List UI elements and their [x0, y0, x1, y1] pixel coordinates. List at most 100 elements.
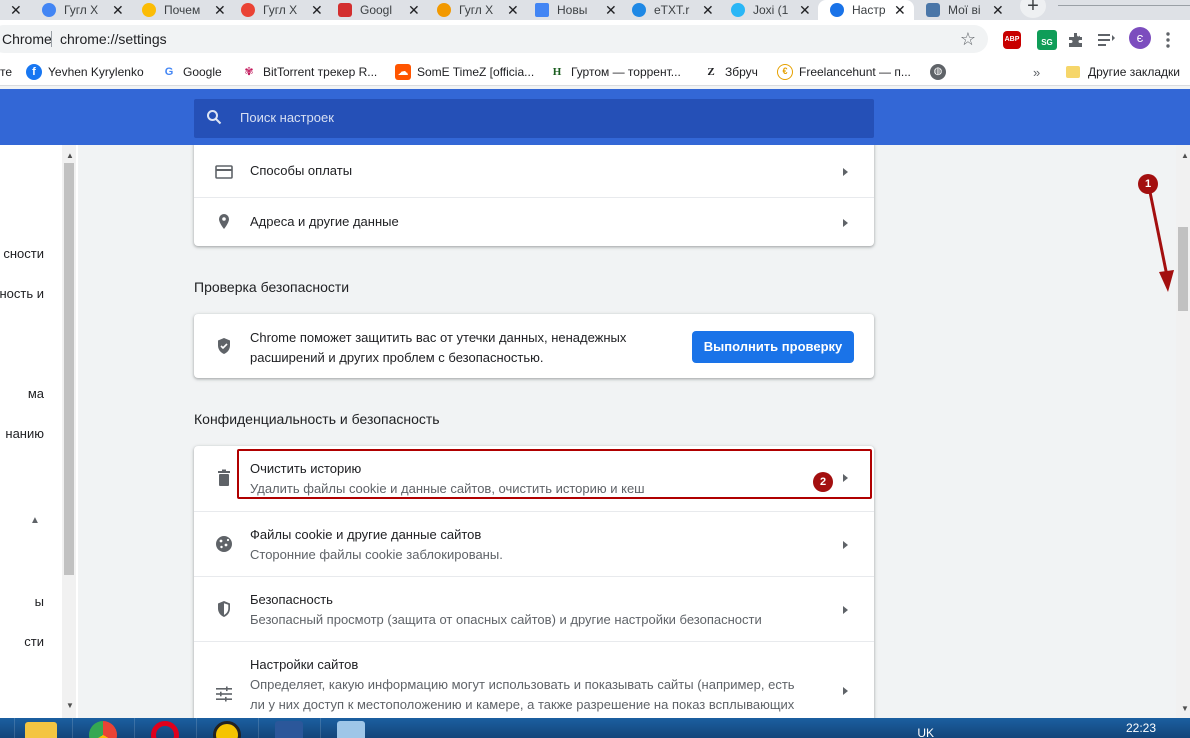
address-bar[interactable]: Chrome chrome://settings ☆	[0, 25, 988, 53]
other-bookmarks-folder[interactable]: Другие закладки	[1066, 58, 1180, 86]
chrome-taskbar-button[interactable]	[72, 718, 130, 738]
new-tab-button[interactable]: +	[1020, 0, 1046, 18]
tab-title: Мої ві	[948, 3, 981, 17]
editor-taskbar-button[interactable]	[320, 718, 378, 738]
clock[interactable]: 22:23	[1126, 721, 1156, 738]
close-window-button[interactable]	[1146, 0, 1190, 6]
kebab-menu-icon[interactable]	[1166, 30, 1170, 50]
adblock-extension-icon[interactable]: ABP	[1003, 30, 1021, 50]
tab-2[interactable]: Почем ✕	[142, 0, 232, 20]
minimize-button[interactable]	[1058, 0, 1102, 6]
side-menu-item[interactable]: ы	[0, 594, 44, 609]
shield-icon	[218, 601, 230, 617]
scroll-up-arrow-icon[interactable]: ▲	[1181, 151, 1189, 160]
language-indicator[interactable]: UK	[917, 726, 934, 738]
tab-6[interactable]: Новы ✕	[535, 0, 623, 20]
word-taskbar-button[interactable]	[258, 718, 316, 738]
chevron-right-icon	[843, 606, 848, 614]
collapse-triangle-icon[interactable]: ▲	[30, 515, 40, 526]
safety-check-description: Chrome поможет защитить вас от утечки да…	[250, 330, 627, 365]
tab-title: Гугл Х	[459, 3, 494, 17]
site-settings-row[interactable]: Настройки сайтов Определяет, какую инфор…	[194, 641, 874, 718]
clear-history-row[interactable]: Очистить историю Удалить файлы cookie и …	[194, 446, 874, 511]
cookies-row[interactable]: Файлы cookie и другие данные сайтов Стор…	[194, 511, 874, 576]
side-menu-item[interactable]: нанию	[0, 426, 44, 441]
tab-8[interactable]: Joxi (1 ✕	[731, 0, 819, 20]
close-icon[interactable]: ✕	[702, 2, 714, 19]
close-icon[interactable]: ✕	[894, 2, 906, 19]
tab-7[interactable]: eTXT.r ✕	[632, 0, 722, 20]
row-subtitle: Определяет, какую информацию могут испол…	[250, 677, 795, 692]
tab-title: Новы	[557, 3, 588, 17]
bookmark-partial[interactable]: те	[0, 58, 12, 86]
bookmark-bittorrent[interactable]: ✾ BitTorrent трекер R...	[241, 58, 377, 86]
profile-avatar[interactable]: є	[1129, 27, 1151, 49]
side-menu-scroll-thumb[interactable]	[64, 163, 74, 575]
sg-extension-icon[interactable]: SG	[1037, 30, 1057, 50]
tab-strip: ✕ Гугл Х ✕ Почем ✕ Гугл Х ✕ Googl ✕ Гугл…	[0, 0, 1190, 20]
opera-icon	[151, 721, 179, 738]
settings-search-input[interactable]: Поиск настроек	[194, 99, 874, 138]
scroll-down-arrow-icon[interactable]: ▼	[66, 701, 74, 710]
scroll-down-arrow-icon[interactable]: ▼	[1181, 704, 1189, 713]
app-taskbar-button[interactable]	[196, 718, 254, 738]
gear-icon	[830, 3, 844, 17]
close-icon[interactable]: ✕	[214, 2, 226, 19]
tab-title: Настр	[852, 3, 886, 17]
chevron-right-icon	[843, 541, 848, 549]
tab-10[interactable]: Мої ві ✕	[926, 0, 1014, 20]
close-icon[interactable]: ✕	[507, 2, 519, 19]
close-icon[interactable]: ✕	[799, 2, 811, 19]
tab-4[interactable]: Googl ✕	[338, 0, 426, 20]
scroll-up-arrow-icon[interactable]: ▲	[66, 151, 74, 160]
chrome-icon	[89, 721, 117, 738]
folder-icon	[1066, 66, 1080, 78]
reading-list-icon[interactable]	[1098, 30, 1116, 50]
row-title: Безопасность	[250, 592, 333, 607]
tab-title: Googl	[360, 3, 393, 17]
side-menu-item[interactable]: ма	[0, 386, 44, 401]
bookmark-zbruch[interactable]: Z Збруч	[703, 58, 758, 86]
payment-methods-row[interactable]: Способы оплаты	[194, 145, 874, 197]
row-title: Способы оплаты	[250, 163, 353, 178]
side-menu-item[interactable]: сности	[0, 246, 44, 261]
row-subtitle: ли у них доступ к местоположению и камер…	[250, 697, 795, 712]
run-safety-check-button[interactable]: Выполнить проверку	[692, 331, 854, 363]
explorer-taskbar-button[interactable]	[14, 718, 72, 738]
url-text[interactable]: chrome://settings	[60, 25, 167, 53]
bookmark-google[interactable]: G Google	[161, 58, 222, 86]
bookmarks-bar: те f Yevhen Kyrylenko G Google ✾ BitTorr…	[0, 58, 1190, 86]
search-icon	[207, 110, 222, 125]
bookmark-freelancehunt[interactable]: € Freelancehunt — п...	[777, 58, 911, 86]
folder-icon	[25, 722, 57, 738]
addresses-row[interactable]: Адреса и другие данные	[194, 197, 874, 245]
bookmarks-overflow-button[interactable]: »	[1033, 58, 1040, 86]
close-icon[interactable]: ✕	[992, 2, 1004, 19]
close-icon[interactable]: ✕	[10, 2, 22, 19]
bookmark-star-icon[interactable]: ☆	[960, 25, 976, 53]
settings-main: Способы оплаты Адреса и другие данные Пр…	[78, 145, 1176, 718]
close-icon[interactable]: ✕	[311, 2, 323, 19]
side-menu-item[interactable]: ность и	[0, 286, 44, 301]
bookmark-sometimez[interactable]: ☁ SomE TimeZ [officia...	[395, 58, 534, 86]
bookmark-yevhen[interactable]: f Yevhen Kyrylenko	[26, 58, 144, 86]
close-icon[interactable]: ✕	[408, 2, 420, 19]
tab-partial[interactable]: ✕	[0, 0, 25, 20]
safety-check-card: Chrome поможет защитить вас от утечки да…	[194, 314, 874, 378]
tab-5[interactable]: Гугл Х ✕	[437, 0, 525, 20]
opera-taskbar-button[interactable]	[134, 718, 192, 738]
close-icon[interactable]: ✕	[112, 2, 124, 19]
tab-1[interactable]: Гугл Х ✕	[42, 0, 130, 20]
tab-3[interactable]: Гугл Х ✕	[241, 0, 329, 20]
chevron-right-icon	[843, 687, 848, 695]
bookmark-hurtom[interactable]: H Гуртом — торрент...	[549, 58, 681, 86]
side-menu-item[interactable]: сти	[0, 634, 44, 649]
bookmark-globe[interactable]: ◍	[930, 58, 952, 86]
extensions-puzzle-icon[interactable]	[1068, 30, 1084, 50]
chrome-favicon-icon	[42, 3, 56, 17]
maximize-button[interactable]	[1102, 0, 1146, 6]
close-icon[interactable]: ✕	[605, 2, 617, 19]
privacy-heading: Конфиденциальность и безопасность	[194, 411, 440, 427]
tab-settings-active[interactable]: Настр ✕	[818, 0, 914, 20]
security-row[interactable]: Безопасность Безопасный просмотр (защита…	[194, 576, 874, 641]
